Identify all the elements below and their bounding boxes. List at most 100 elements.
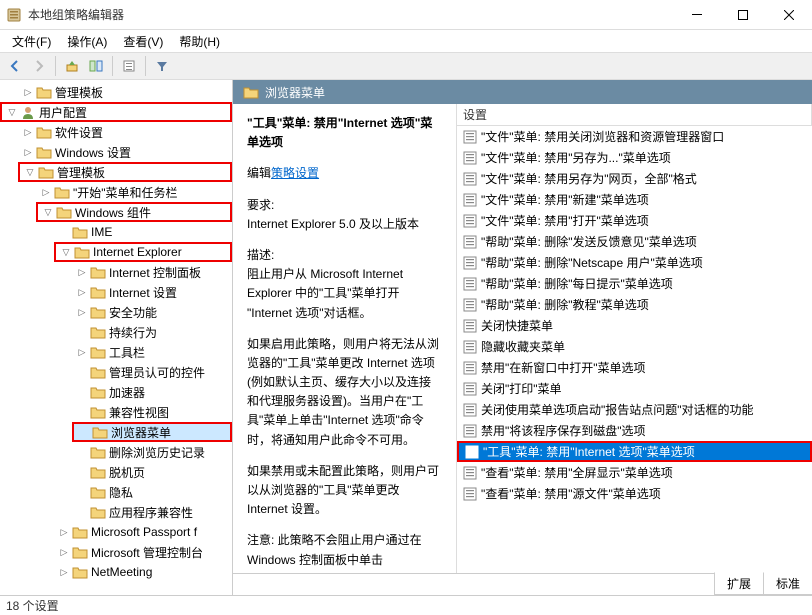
tree-panel[interactable]: ▷ 管理模板 ▽ 用户配置 ▷软件设置 ▷Windows 设置 ▽管理模板 ▷"… [0, 80, 233, 595]
list-item-label: "文件"菜单: 禁用"另存为..."菜单选项 [481, 149, 671, 166]
tree-item[interactable]: 管理员认可的控件 [72, 362, 232, 382]
tree-item[interactable]: 删除浏览历史记录 [72, 442, 232, 462]
list-item[interactable]: "文件"菜单: 禁用"另存为..."菜单选项 [457, 147, 812, 168]
tree-item[interactable]: ▷NetMeeting [54, 562, 232, 582]
list-item[interactable]: "帮助"菜单: 删除"Netscape 用户"菜单选项 [457, 252, 812, 273]
list-item[interactable]: 关闭快捷菜单 [457, 315, 812, 336]
chevron-right-icon[interactable]: ▷ [40, 186, 52, 198]
tree-item-admin-templates[interactable]: ▽管理模板 [18, 162, 232, 182]
folder-icon [72, 225, 88, 239]
chevron-right-icon[interactable]: ▷ [76, 346, 88, 358]
tab-standard[interactable]: 标准 [763, 573, 812, 595]
minimize-button[interactable] [674, 0, 720, 30]
list-rows[interactable]: "文件"菜单: 禁用关闭浏览器和资源管理器窗口 "文件"菜单: 禁用"另存为...… [457, 126, 812, 573]
tree-item[interactable]: 脱机页 [72, 462, 232, 482]
menu-file[interactable]: 文件(F) [4, 31, 59, 52]
toolbar [0, 52, 812, 80]
list-item-label: 禁用"将该程序保存到磁盘"选项 [481, 422, 646, 439]
list-item[interactable]: "帮助"菜单: 删除"发送反馈意见"菜单选项 [457, 231, 812, 252]
chevron-right-icon[interactable]: ▷ [22, 126, 34, 138]
list-item-label: "帮助"菜单: 删除"Netscape 用户"菜单选项 [481, 254, 703, 271]
list-item[interactable]: "文件"菜单: 禁用另存为"网页，全部"格式 [457, 168, 812, 189]
chevron-down-icon[interactable]: ▽ [6, 106, 18, 118]
chevron-right-icon[interactable]: ▷ [22, 146, 34, 158]
chevron-right-icon[interactable]: ▷ [76, 306, 88, 318]
main-content: ▷ 管理模板 ▽ 用户配置 ▷软件设置 ▷Windows 设置 ▽管理模板 ▷"… [0, 80, 812, 595]
folder-icon [36, 85, 52, 99]
tree-item[interactable]: ▷安全功能 [72, 302, 232, 322]
policy-icon [463, 214, 477, 228]
show-hide-button[interactable] [85, 55, 107, 77]
list-item-label: "文件"菜单: 禁用"打开"菜单选项 [481, 212, 649, 229]
up-button[interactable] [61, 55, 83, 77]
close-button[interactable] [766, 0, 812, 30]
menu-action[interactable]: 操作(A) [59, 31, 115, 52]
menu-view[interactable]: 查看(V) [115, 31, 171, 52]
menu-help[interactable]: 帮助(H) [171, 31, 228, 52]
folder-icon [90, 465, 106, 479]
folder-icon [74, 245, 90, 259]
chevron-down-icon[interactable]: ▽ [42, 206, 54, 218]
policy-icon [465, 445, 479, 459]
tree-item[interactable]: ▷Windows 设置 [18, 142, 232, 162]
chevron-right-icon[interactable]: ▷ [76, 266, 88, 278]
folder-icon [92, 425, 108, 439]
list-item[interactable]: "查看"菜单: 禁用"全屏显示"菜单选项 [457, 462, 812, 483]
filter-button[interactable] [151, 55, 173, 77]
maximize-button[interactable] [720, 0, 766, 30]
chevron-right-icon[interactable]: ▷ [58, 526, 70, 538]
list-item[interactable]: 禁用"将该程序保存到磁盘"选项 [457, 420, 812, 441]
list-item[interactable]: "文件"菜单: 禁用"新建"菜单选项 [457, 189, 812, 210]
tree-item[interactable]: 兼容性视图 [72, 402, 232, 422]
policy-icon [463, 130, 477, 144]
tree-item-browser-menu[interactable]: 浏览器菜单 [72, 422, 232, 442]
tab-extended[interactable]: 扩展 [714, 572, 764, 595]
tree-item[interactable]: ▷ 管理模板 [0, 82, 232, 102]
tree-item-windows-components[interactable]: ▽Windows 组件 [36, 202, 232, 222]
list-item-label: 关闭快捷菜单 [481, 317, 553, 334]
list-item[interactable]: "工具"菜单: 禁用"Internet 选项"菜单选项 [457, 441, 812, 462]
tree-item[interactable]: ▷"开始"菜单和任务栏 [36, 182, 232, 202]
tree-item[interactable]: 加速器 [72, 382, 232, 402]
policy-icon [463, 277, 477, 291]
tree-item[interactable]: 持续行为 [72, 322, 232, 342]
policy-icon [463, 340, 477, 354]
tree-item-internet-explorer[interactable]: ▽Internet Explorer [54, 242, 232, 262]
list-item[interactable]: 关闭"打印"菜单 [457, 378, 812, 399]
tree-item-user-config[interactable]: ▽ 用户配置 [0, 102, 232, 122]
tree-item[interactable]: ▷工具栏 [72, 342, 232, 362]
chevron-down-icon[interactable]: ▽ [24, 166, 36, 178]
list-item[interactable]: 隐藏收藏夹菜单 [457, 336, 812, 357]
tree-item[interactable]: 隐私 [72, 482, 232, 502]
list-item[interactable]: "查看"菜单: 禁用"源文件"菜单选项 [457, 483, 812, 504]
tree-item[interactable]: ▷软件设置 [18, 122, 232, 142]
list-item[interactable]: "文件"菜单: 禁用关闭浏览器和资源管理器窗口 [457, 126, 812, 147]
column-header-setting[interactable]: 设置 [457, 104, 812, 125]
folder-icon [90, 485, 106, 499]
edit-policy-link[interactable]: 策略设置 [271, 166, 319, 180]
chevron-right-icon[interactable]: ▷ [22, 86, 34, 98]
tree-item[interactable]: ▷Microsoft 管理控制台 [54, 542, 232, 562]
back-button[interactable] [4, 55, 26, 77]
detail-panel: 浏览器菜单 "工具"菜单: 禁用"Internet 选项"菜单选项 编辑策略设置… [233, 80, 812, 595]
properties-button[interactable] [118, 55, 140, 77]
list-item[interactable]: "文件"菜单: 禁用"打开"菜单选项 [457, 210, 812, 231]
tree-item[interactable]: IME [54, 222, 232, 242]
list-item[interactable]: "帮助"菜单: 删除"教程"菜单选项 [457, 294, 812, 315]
list-item[interactable]: "帮助"菜单: 删除"每日提示"菜单选项 [457, 273, 812, 294]
chevron-down-icon[interactable]: ▽ [60, 246, 72, 258]
tree-item[interactable]: ▷Microsoft Passport f [54, 522, 232, 542]
chevron-right-icon[interactable]: ▷ [58, 546, 70, 558]
app-icon [6, 7, 22, 23]
list-item[interactable]: 关闭使用菜单选项启动"报告站点问题"对话框的功能 [457, 399, 812, 420]
list-item[interactable]: 禁用"在新窗口中打开"菜单选项 [457, 357, 812, 378]
list-header[interactable]: 设置 [457, 104, 812, 126]
forward-button[interactable] [28, 55, 50, 77]
chevron-right-icon[interactable]: ▷ [76, 286, 88, 298]
tree-item[interactable]: ▷Internet 设置 [72, 282, 232, 302]
chevron-right-icon[interactable]: ▷ [58, 566, 70, 578]
list-item-label: "帮助"菜单: 删除"教程"菜单选项 [481, 296, 649, 313]
tree-item[interactable]: 应用程序兼容性 [72, 502, 232, 522]
list-item-label: "查看"菜单: 禁用"源文件"菜单选项 [481, 485, 661, 502]
tree-item[interactable]: ▷Internet 控制面板 [72, 262, 232, 282]
